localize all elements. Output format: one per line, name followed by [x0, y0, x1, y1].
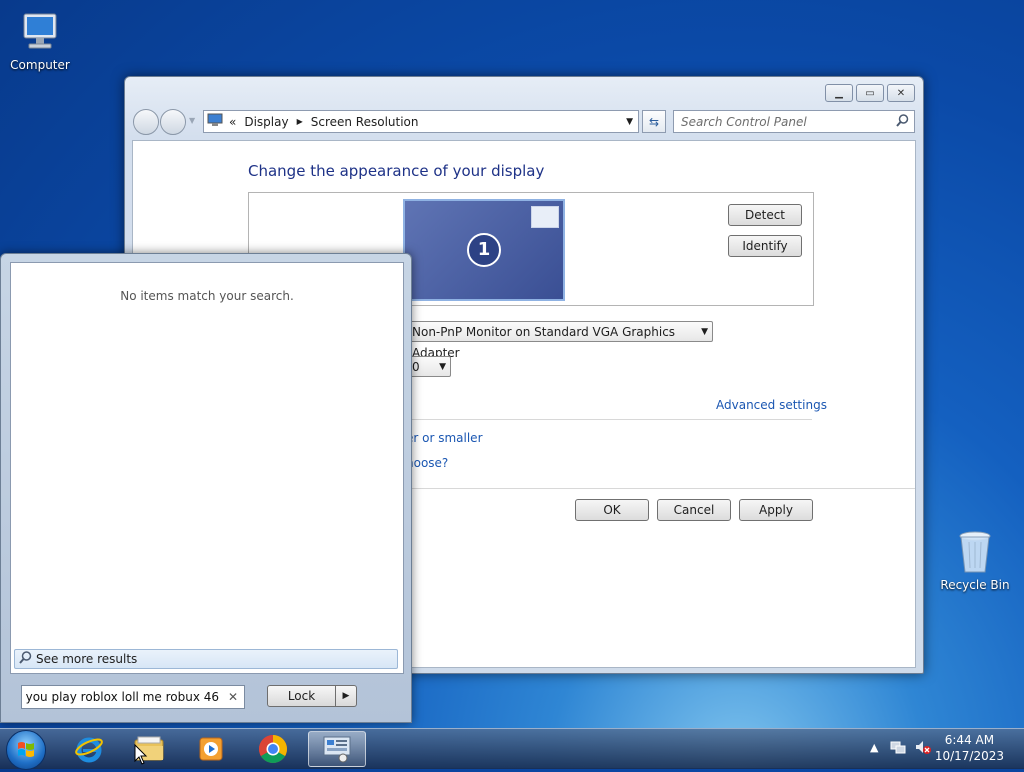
search-icon [19, 651, 32, 667]
search-icon[interactable] [896, 113, 909, 130]
clear-search-icon[interactable]: ✕ [228, 690, 238, 704]
internet-explorer-icon [75, 737, 103, 763]
chrome-icon [259, 735, 287, 763]
chevron-down-icon: ▼ [439, 362, 446, 372]
minimize-icon: ▁ [835, 87, 843, 99]
control-panel-icon [323, 736, 351, 763]
detect-button[interactable]: Detect [728, 204, 802, 226]
start-menu: No items match your search. See more res… [0, 253, 412, 723]
make-text-larger-smaller-link[interactable]: er or smaller [406, 431, 483, 445]
no-items-message: No items match your search. [120, 289, 294, 303]
desktop-icon-label: Computer [10, 58, 70, 72]
system-clock[interactable]: 6:44 AM 10/17/2023 [935, 732, 1004, 764]
identify-button[interactable]: Identify [728, 235, 802, 257]
refresh-button[interactable]: ⇆ [642, 110, 666, 133]
media-player-icon [199, 737, 223, 761]
computer-icon [16, 8, 64, 56]
monitor-number: 1 [467, 233, 501, 267]
chevron-down-icon: ▼ [701, 327, 708, 337]
address-bar[interactable]: « Display ▶ Screen Resolution ▼ [203, 110, 639, 133]
taskbar-media-player[interactable] [184, 731, 238, 767]
nav-buttons: ▼ [133, 109, 195, 135]
taskbar-control-panel[interactable] [308, 731, 366, 767]
breadcrumb-separator: « [229, 114, 237, 129]
volume-muted-icon[interactable] [914, 739, 932, 758]
show-hidden-icons-icon[interactable]: ▲ [870, 741, 878, 754]
page-title: Change the appearance of your display [248, 162, 545, 180]
start-search-input[interactable] [22, 690, 219, 704]
breadcrumb-display[interactable]: Display [244, 115, 288, 129]
resolution-select-value: 0 [412, 360, 420, 374]
taskbar: ▲ 6:44 AM 10/17/2023 [0, 728, 1024, 770]
search-control-panel-input[interactable]: Search Control Panel [673, 110, 915, 133]
clock-date: 10/17/2023 [934, 749, 1004, 763]
taskbar-internet-explorer[interactable] [62, 731, 116, 767]
resolution-select[interactable]: 0 ▼ [407, 356, 451, 377]
what-settings-choose-link[interactable]: hoose? [406, 456, 448, 470]
network-icon[interactable] [890, 739, 906, 758]
mouse-cursor-icon [134, 744, 148, 765]
start-search-box[interactable]: ✕ [21, 685, 245, 709]
advanced-settings-link[interactable]: Advanced settings [716, 398, 827, 412]
monitor-1[interactable]: 1 [403, 199, 565, 301]
search-placeholder: Search Control Panel [681, 114, 807, 129]
desktop-icon-label: Recycle Bin [940, 578, 1010, 592]
taskbar-chrome[interactable] [246, 731, 300, 767]
desktop-icon-recycle-bin[interactable]: Recycle Bin [935, 528, 1015, 592]
shutdown-options-arrow-icon[interactable]: ▶ [336, 685, 357, 707]
cancel-button[interactable]: Cancel [657, 499, 731, 521]
forward-button[interactable] [160, 109, 186, 135]
refresh-icon: ⇆ [648, 114, 660, 129]
desktop-icon-computer[interactable]: Computer [0, 8, 80, 72]
maximize-icon: ▭ [865, 87, 875, 99]
see-more-results-label: See more results [36, 652, 138, 666]
clock-time: 6:44 AM [944, 733, 995, 747]
apply-button[interactable]: Apply [739, 499, 813, 521]
breadcrumb-arrow-icon[interactable]: ▶ [297, 117, 303, 126]
address-dropdown-icon[interactable]: ▼ [626, 117, 633, 127]
display-select-value: Non-PnP Monitor on Standard VGA Graphics… [412, 325, 676, 360]
recent-pages-chevron-icon[interactable]: ▼ [189, 109, 195, 135]
lock-button-group: Lock ▶ [267, 685, 357, 707]
breadcrumb-screen-resolution[interactable]: Screen Resolution [311, 115, 419, 129]
lock-button[interactable]: Lock [267, 685, 336, 707]
back-button[interactable] [133, 109, 159, 135]
ok-button[interactable]: OK [575, 499, 649, 521]
recycle-bin-icon [951, 528, 999, 576]
display-select[interactable]: Non-PnP Monitor on Standard VGA Graphics… [407, 321, 713, 360]
control-panel-icon [207, 113, 223, 130]
taskbar-windows-explorer[interactable] [122, 731, 176, 767]
see-more-results-button[interactable]: See more results [14, 649, 398, 669]
start-button[interactable] [6, 730, 46, 770]
windows-logo-icon [18, 742, 34, 757]
monitor-mini-icon [531, 206, 559, 228]
search-results-pane: No items match your search. See more res… [10, 262, 404, 674]
maximize-button[interactable]: ▭ [856, 84, 884, 102]
caption-buttons: ▁ ▭ ✕ [825, 84, 915, 102]
minimize-button[interactable]: ▁ [825, 84, 853, 102]
close-icon: ✕ [896, 87, 906, 99]
close-button[interactable]: ✕ [887, 84, 915, 102]
